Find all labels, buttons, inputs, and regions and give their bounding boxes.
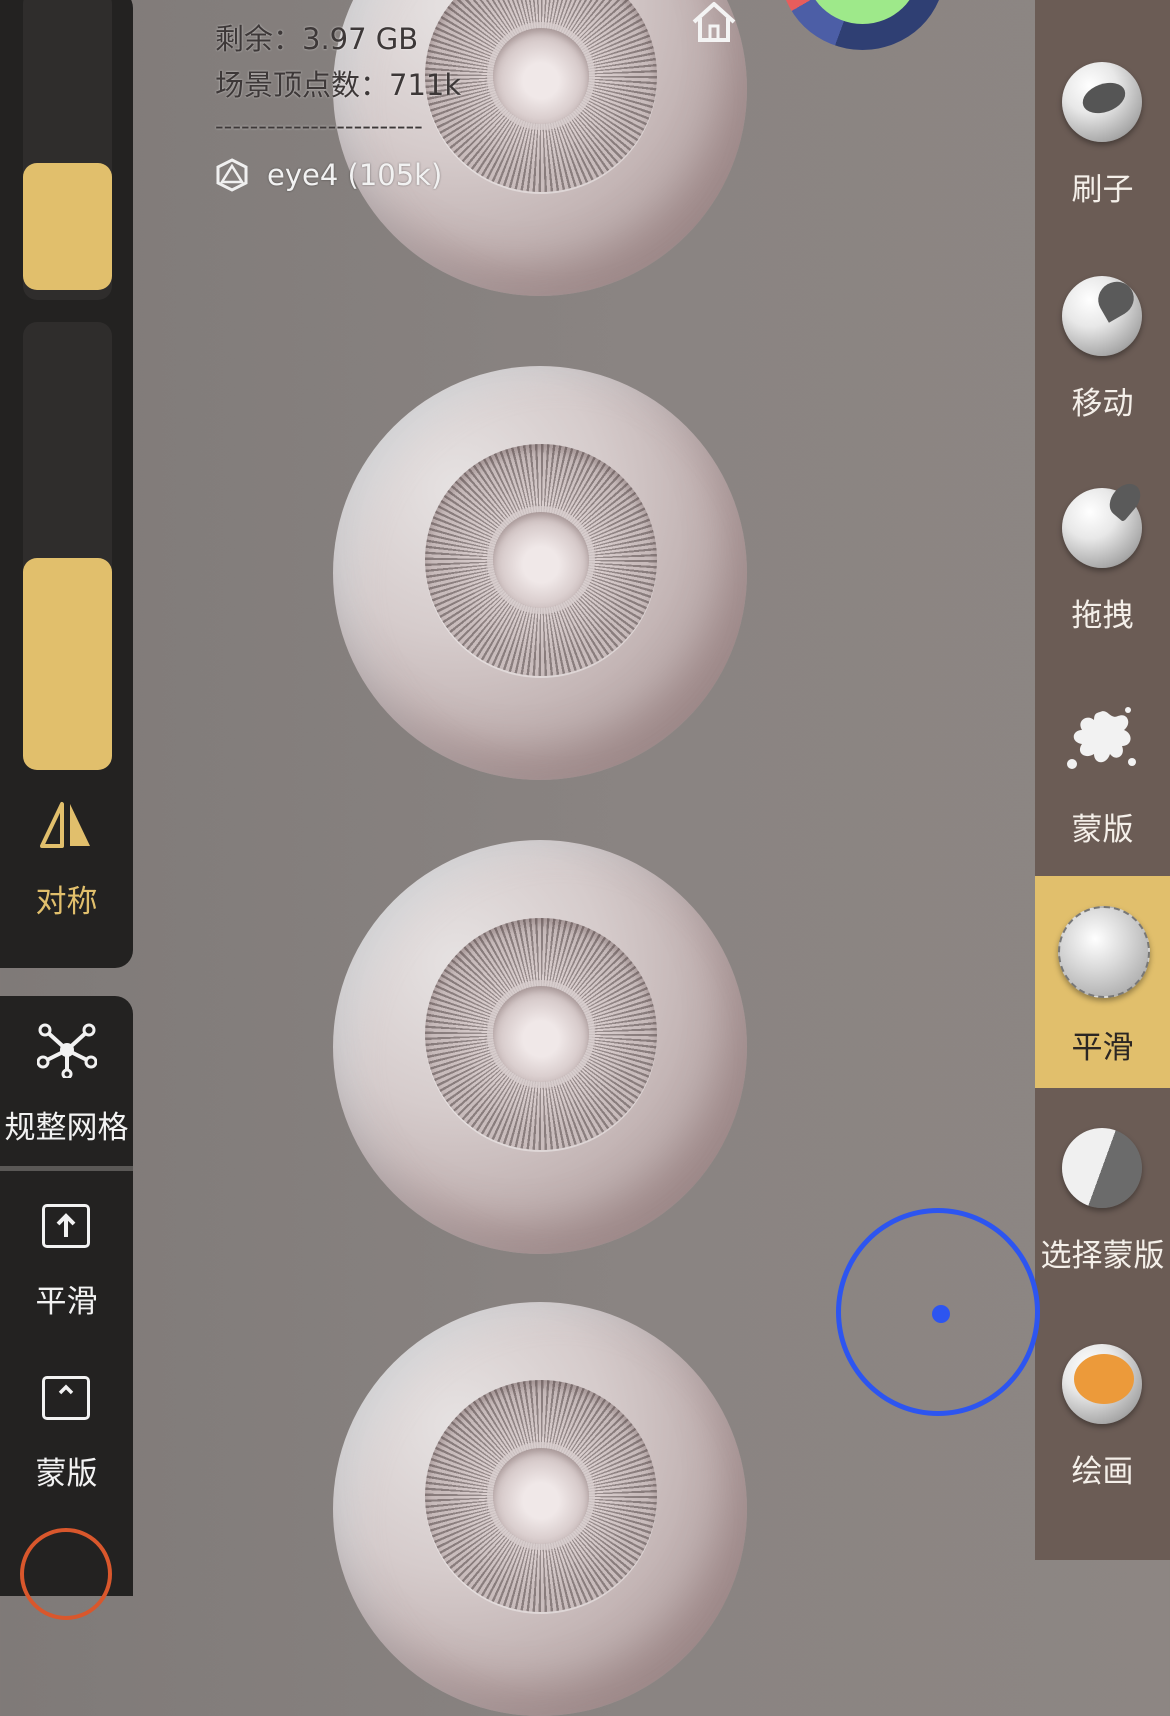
tool-smooth[interactable]: 平滑 (1035, 876, 1170, 1088)
tool-select-mask[interactable]: 选择蒙版 (1035, 1112, 1170, 1324)
iris (425, 1380, 657, 1612)
pupil (493, 986, 589, 1082)
intensity-slider[interactable] (23, 322, 112, 770)
regular-mesh-label[interactable]: 规整网格 (0, 1102, 133, 1147)
symmetry-label[interactable]: 对称 (0, 876, 133, 921)
eye-model-4 (333, 1302, 747, 1716)
paint-tool-icon (1062, 1344, 1142, 1424)
iris (425, 918, 657, 1150)
smooth-label[interactable]: 平滑 (0, 1276, 133, 1321)
remaining-memory: 剩余：3.97 GB (215, 22, 419, 56)
left-action-panel: 规整网格 平滑 蒙版 (0, 996, 133, 1620)
mask-splat-icon (1067, 707, 1136, 769)
tool-label: 绘画 (1071, 1454, 1134, 1490)
camera-gizmo-icon[interactable] (20, 1528, 112, 1620)
symmetry-icon[interactable] (40, 800, 92, 850)
mesh-icon (216, 158, 248, 192)
mesh-row[interactable]: eye4 (105k) (215, 158, 442, 192)
regular-mesh-icon[interactable] (37, 1022, 97, 1078)
tool-paint[interactable]: 绘画 (1035, 1328, 1170, 1540)
tool-label: 平滑 (1071, 1030, 1134, 1066)
info-separator: ------------------------ (215, 112, 423, 140)
eye-model-3 (333, 840, 747, 1254)
pupil (493, 1448, 589, 1544)
mask-up-icon[interactable] (42, 1376, 90, 1420)
eye-model-2 (333, 366, 747, 780)
tool-label: 蒙版 (1071, 812, 1134, 848)
scene-vertex-count: 场景顶点数：711k (215, 68, 462, 102)
smooth-upload-icon[interactable] (42, 1204, 90, 1248)
tool-label: 移动 (1071, 386, 1134, 422)
left-slider-panel: 对称 (0, 0, 133, 968)
panel-divider (0, 1166, 133, 1171)
select-mask-icon (1062, 1128, 1142, 1208)
radius-slider[interactable] (23, 0, 112, 300)
smooth-tool-icon (1058, 906, 1150, 998)
iris (425, 444, 657, 676)
tool-label: 刷子 (1071, 172, 1134, 208)
pupil (493, 512, 589, 608)
brush-tool-icon (1062, 62, 1142, 142)
tool-drag[interactable]: 拖拽 (1035, 472, 1170, 684)
mask-label[interactable]: 蒙版 (0, 1448, 133, 1493)
pupil (493, 28, 589, 124)
mesh-name: eye4 (105k) (267, 158, 443, 192)
intensity-slider-thumb[interactable] (23, 558, 112, 770)
brush-cursor-center (932, 1305, 950, 1323)
move-tool-icon (1062, 275, 1142, 356)
drag-tool-icon (1062, 477, 1147, 568)
tool-mask[interactable]: 蒙版 (1035, 686, 1170, 898)
tool-brush[interactable]: 刷子 (1035, 46, 1170, 258)
tool-label: 选择蒙版 (1040, 1238, 1165, 1274)
radius-slider-thumb[interactable] (23, 163, 112, 290)
home-icon[interactable] (690, 0, 738, 44)
tool-label: 拖拽 (1071, 598, 1134, 634)
tool-move[interactable]: 移动 (1035, 260, 1170, 472)
tool-panel: 刷子 移动 拖拽 蒙版 平滑 选择蒙版 绘画 (1035, 0, 1170, 1560)
